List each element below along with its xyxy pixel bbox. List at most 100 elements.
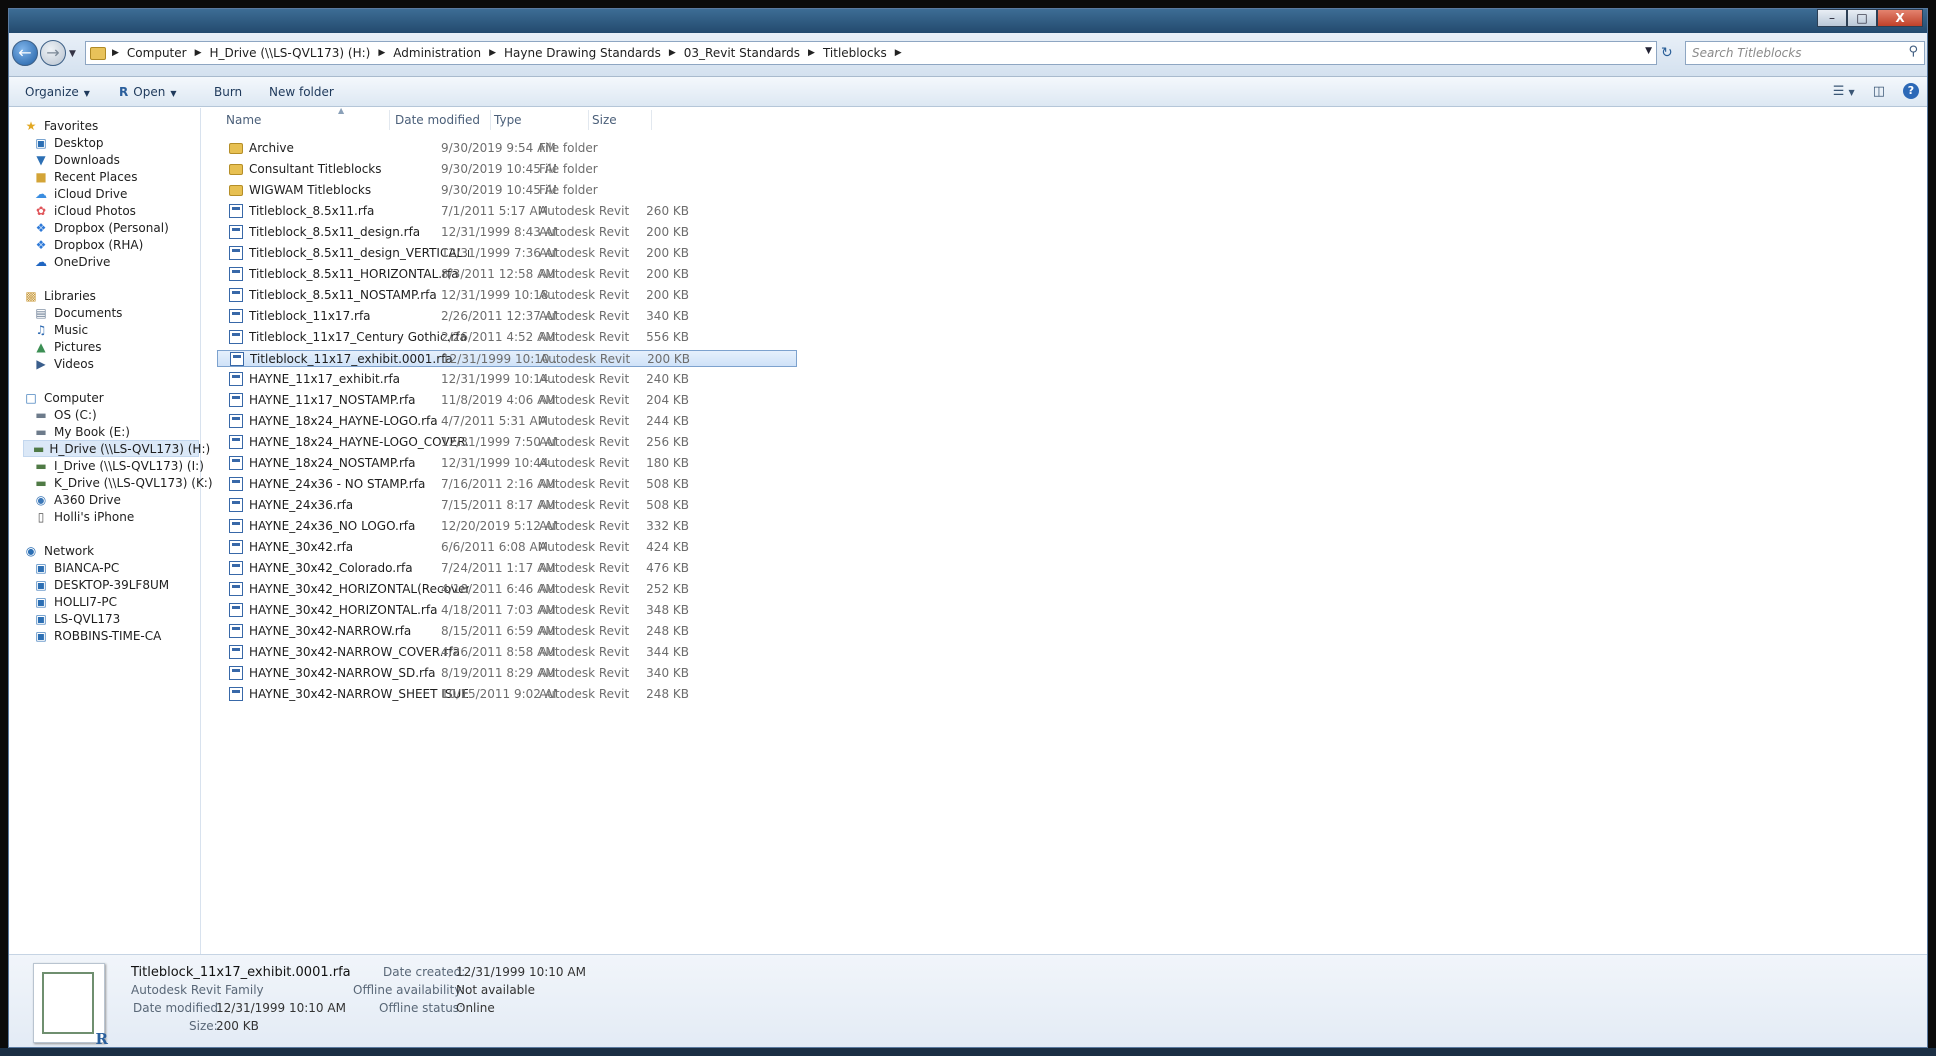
file-row[interactable]: HAYNE_30x42_HORIZONTAL.rfa 4/18/2011 7:03…	[217, 602, 797, 619]
folder-icon	[229, 143, 243, 154]
file-row[interactable]: HAYNE_18x24_HAYNE-LOGO.rfa 4/7/2011 5:31 …	[217, 413, 797, 430]
file-row[interactable]: HAYNE_18x24_NOSTAMP.rfa 12/31/1999 10:44 …	[217, 455, 797, 472]
network-drive-icon: ▬	[35, 458, 47, 473]
address-bar[interactable]: ▶ Computer ▶ H_Drive (\\LS-QVL173) (H:) …	[85, 41, 1657, 65]
file-row[interactable]: Titleblock_8.5x11_design_VERTICAL.rfa 12/…	[217, 245, 797, 262]
nav-pictures[interactable]: ▲ Pictures	[33, 338, 101, 355]
nav-favorites[interactable]: ★ Favorites	[23, 117, 99, 134]
file-row[interactable]: WIGWAM Titleblocks 9/30/2019 10:45 AM File…	[217, 182, 797, 199]
breadcrumb-arrow-icon[interactable]: ▶	[193, 48, 204, 58]
nav-network-pc[interactable]: ▣ LS-QVL173	[33, 610, 120, 627]
open-button[interactable]: R Open ▼	[119, 85, 176, 99]
file-row[interactable]: HAYNE_24x36_NO LOGO.rfa 12/20/2019 5:12 A…	[217, 518, 797, 535]
nav-documents[interactable]: ▤ Documents	[33, 304, 122, 321]
change-view-icon[interactable]: ☰ ▼	[1833, 84, 1855, 99]
nav-network-pc[interactable]: ▣ ROBBINS-TIME-CA	[33, 627, 161, 644]
column-header-type[interactable]: Type	[494, 113, 522, 127]
minimize-button[interactable]: –	[1817, 9, 1847, 27]
back-arrow-icon[interactable]: ←	[12, 40, 38, 66]
file-row[interactable]: HAYNE_30x42-NARROW_SHEET ISUE DA...10/15…	[217, 686, 797, 703]
nav-icloud-photos[interactable]: ✿ iCloud Photos	[33, 202, 136, 219]
file-row[interactable]: HAYNE_30x42_Colorado.rfa 7/24/2011 1:17 A…	[217, 560, 797, 577]
file-row[interactable]: HAYNE_24x36.rfa 7/15/2011 8:17 AM Autodesk…	[217, 497, 797, 514]
nav-recent-places[interactable]: ■ Recent Places	[33, 168, 137, 185]
nav-desktop[interactable]: ▣ Desktop	[33, 134, 103, 151]
file-row[interactable]: Titleblock_8.5x11_HORIZONTAL.rfa 8/3/2011…	[217, 266, 797, 283]
close-button[interactable]: X	[1877, 9, 1923, 27]
breadcrumb-arrow-icon[interactable]: ▶	[667, 48, 678, 58]
nav-network-pc[interactable]: ▣ DESKTOP-39LF8UM	[33, 576, 169, 593]
file-row[interactable]: HAYNE_30x42-NARROW_SD.rfa 8/19/2011 8:29 …	[217, 665, 797, 682]
nav-network-pc[interactable]: ▣ HOLLI7-PC	[33, 593, 117, 610]
file-row[interactable]: Consultant Titleblocks 9/30/2019 10:45 AM…	[217, 161, 797, 178]
nav-drive-h[interactable]: ▬ H_Drive (\\LS-QVL173) (H:)	[23, 440, 210, 457]
organize-button[interactable]: Organize ▼	[25, 85, 90, 99]
nav-drive-e[interactable]: ▬ My Book (E:)	[33, 423, 130, 440]
title-bar[interactable]: – □ X	[9, 9, 1927, 33]
nav-music[interactable]: ♫ Music	[33, 321, 89, 338]
file-row[interactable]: HAYNE_30x42_HORIZONTAL(Recovery).rfa4/18…	[217, 581, 797, 598]
file-row[interactable]: Titleblock_8.5x11_NOSTAMP.rfa 12/31/1999 …	[217, 287, 797, 304]
maximize-button[interactable]: □	[1847, 9, 1877, 27]
file-row[interactable]: Titleblock_11x17_exhibit.0001.rfa 12/31/1…	[217, 350, 797, 367]
file-row[interactable]: HAYNE_30x42.rfa 6/6/2011 6:08 AM Autodesk …	[217, 539, 797, 556]
breadcrumb-item[interactable]: 03_Revit Standards	[678, 46, 806, 60]
new-folder-button[interactable]: New folder	[269, 85, 334, 99]
column-divider[interactable]	[389, 110, 390, 130]
nav-libraries[interactable]: ▩ Libraries	[23, 287, 96, 304]
nav-iphone[interactable]: ▯ Holli's iPhone	[33, 508, 135, 525]
breadcrumb-arrow-icon[interactable]: ▶	[893, 48, 904, 58]
file-row[interactable]: HAYNE_18x24_HAYNE-LOGO_COVER.rfa 12/31/19…	[217, 434, 797, 451]
breadcrumb-item[interactable]: Hayne Drawing Standards	[498, 46, 667, 60]
column-header-date[interactable]: Date modified	[395, 113, 480, 127]
file-row[interactable]: Titleblock_11x17_Century Gothic.rfa 2/26/…	[217, 329, 797, 346]
nav-network[interactable]: ◉ Network	[23, 542, 94, 559]
nav-dropbox-personal[interactable]: ❖ Dropbox (Personal)	[33, 219, 169, 236]
file-row[interactable]: Titleblock_11x17.rfa 2/26/2011 12:37 AM Au…	[217, 308, 797, 325]
search-icon[interactable]: ⚲	[1908, 44, 1918, 59]
column-header-name[interactable]: Name	[226, 113, 261, 127]
nav-icloud-drive[interactable]: ☁ iCloud Drive	[33, 185, 127, 202]
file-row[interactable]: HAYNE_24x36 - NO STAMP.rfa 7/16/2011 2:16…	[217, 476, 797, 493]
file-row[interactable]: Titleblock_8.5x11_design.rfa 12/31/1999 8…	[217, 224, 797, 241]
file-row[interactable]: HAYNE_30x42-NARROW_COVER.rfa 4/26/2011 8:…	[217, 644, 797, 661]
nav-dropbox-rha[interactable]: ❖ Dropbox (RHA)	[33, 236, 144, 253]
column-divider[interactable]	[490, 110, 491, 130]
breadcrumb-arrow-icon[interactable]: ▶	[376, 48, 387, 58]
breadcrumb-item[interactable]: Computer	[121, 46, 193, 60]
revit-file-icon	[229, 372, 243, 386]
breadcrumb-arrow-icon[interactable]: ▶	[487, 48, 498, 58]
nav-onedrive[interactable]: ☁ OneDrive	[33, 253, 110, 270]
nav-a360-drive[interactable]: ◉ A360 Drive	[33, 491, 121, 508]
file-name: Archive	[249, 141, 294, 155]
file-row[interactable]: HAYNE_11x17_exhibit.rfa 12/31/1999 10:14 …	[217, 371, 797, 388]
breadcrumb-item[interactable]: Administration	[387, 46, 487, 60]
column-divider[interactable]	[588, 110, 589, 130]
search-input[interactable]: Search Titleblocks ⚲	[1685, 41, 1925, 65]
forward-arrow-icon[interactable]: →	[40, 40, 66, 66]
nav-videos[interactable]: ▶ Videos	[33, 355, 94, 372]
breadcrumb-arrow-icon[interactable]: ▶	[806, 48, 817, 58]
nav-downloads[interactable]: ▼ Downloads	[33, 151, 120, 168]
file-row[interactable]: Archive 9/30/2019 9:54 AM File folder	[217, 140, 797, 157]
search-placeholder: Search Titleblocks	[1692, 46, 1802, 60]
breadcrumb-arrow-icon[interactable]: ▶	[110, 48, 121, 58]
refresh-icon[interactable]: ↻	[1661, 45, 1673, 61]
file-row[interactable]: Titleblock_8.5x11.rfa 7/1/2011 5:17 AM Aut…	[217, 203, 797, 220]
nav-computer[interactable]: □ Computer	[23, 389, 103, 406]
column-header-size[interactable]: Size	[592, 113, 617, 127]
nav-drive-k[interactable]: ▬ K_Drive (\\LS-QVL173) (K:)	[33, 474, 212, 491]
breadcrumb-item[interactable]: H_Drive (\\LS-QVL173) (H:)	[204, 46, 377, 60]
column-divider[interactable]	[651, 110, 652, 130]
file-row[interactable]: HAYNE_11x17_NOSTAMP.rfa 11/8/2019 4:06 AM…	[217, 392, 797, 409]
nav-drive-c[interactable]: ▬ OS (C:)	[33, 406, 96, 423]
burn-button[interactable]: Burn	[214, 85, 242, 99]
breadcrumb-item[interactable]: Titleblocks	[817, 46, 893, 60]
recent-pages-dropdown-icon[interactable]: ▼	[69, 49, 76, 59]
nav-network-pc[interactable]: ▣ BIANCA-PC	[33, 559, 119, 576]
address-dropdown-icon[interactable]: ▼	[1645, 46, 1652, 56]
file-row[interactable]: HAYNE_30x42-NARROW.rfa 8/15/2011 6:59 AM A…	[217, 623, 797, 640]
help-icon[interactable]: ?	[1903, 83, 1919, 99]
preview-pane-icon[interactable]: ◫	[1873, 84, 1885, 99]
nav-drive-i[interactable]: ▬ I_Drive (\\LS-QVL173) (I:)	[33, 457, 204, 474]
